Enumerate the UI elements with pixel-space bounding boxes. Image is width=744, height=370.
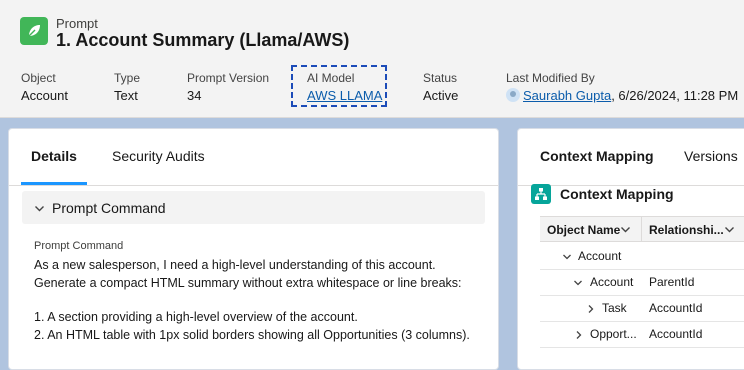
- field-ai-model: AI Model AWS LLAMA: [307, 71, 382, 104]
- field-label: Object: [21, 71, 56, 85]
- object-name: Opport...: [590, 327, 637, 341]
- field-type: Type Text: [114, 71, 140, 104]
- chevron-down-icon[interactable]: [562, 251, 572, 265]
- column-header-object-name[interactable]: Object Name: [540, 216, 642, 242]
- table-row[interactable]: Account: [540, 243, 744, 270]
- context-hierarchy-icon: [531, 184, 551, 204]
- field-label: AI Model: [307, 71, 355, 85]
- user-link[interactable]: Saurabh Gupta: [523, 88, 611, 103]
- details-tabset: Details Security Audits: [9, 129, 498, 186]
- object-name: Task: [602, 301, 627, 315]
- field-prompt-version: Prompt Version 34: [187, 71, 269, 104]
- field-value: 34: [187, 88, 202, 103]
- table-row[interactable]: Opport... AccountId: [540, 321, 744, 348]
- field-label: Type: [114, 71, 141, 85]
- prompt-command-text: As a new salesperson, I need a high-leve…: [34, 256, 484, 344]
- chevron-down-icon[interactable]: [724, 224, 735, 238]
- command-line: 1. A section providing a high-level over…: [34, 310, 358, 324]
- relationship: ParentId: [649, 275, 695, 289]
- relationship: AccountId: [649, 301, 703, 315]
- chevron-down-icon[interactable]: [573, 277, 583, 291]
- chevron-right-icon[interactable]: [574, 329, 584, 343]
- context-tabset: Context Mapping Versions: [518, 129, 744, 186]
- chevron-down-icon[interactable]: [620, 224, 631, 238]
- field-status: Status Active: [423, 71, 458, 104]
- field-object: Object Account: [21, 71, 68, 104]
- field-label: Status: [423, 71, 458, 85]
- record-header: Prompt 1. Account Summary (Llama/AWS) Ob…: [0, 0, 744, 118]
- table-row[interactable]: Account ParentId: [540, 269, 744, 296]
- avatar-icon[interactable]: [506, 88, 520, 102]
- tab-security-audits[interactable]: Security Audits: [112, 148, 205, 164]
- ai-model-link[interactable]: AWS LLAMA: [307, 88, 382, 104]
- column-header-relationship[interactable]: Relationshi...: [642, 216, 744, 242]
- chevron-down-icon: [34, 201, 45, 219]
- table-row[interactable]: Task AccountId: [540, 295, 744, 322]
- column-label: Relationshi...: [649, 223, 724, 237]
- object-name: Account: [578, 249, 622, 263]
- relationship: AccountId: [649, 327, 703, 341]
- record-type-label: Prompt: [56, 16, 98, 31]
- tab-versions[interactable]: Versions: [684, 148, 738, 164]
- prompt-command-label: Prompt Command: [34, 240, 124, 252]
- details-card: Details Security Audits Prompt Command P…: [8, 128, 499, 370]
- field-last-modified: Last Modified By Saurabh Gupta, 6/26/202…: [506, 71, 738, 104]
- tab-context-mapping[interactable]: Context Mapping: [540, 148, 654, 164]
- context-card: Context Mapping Versions Context Mapping…: [517, 128, 744, 370]
- prompt-leaf-icon: [20, 17, 48, 45]
- field-label: Prompt Version: [187, 71, 270, 85]
- section-title: Prompt Command: [52, 200, 166, 216]
- field-value: Text: [114, 88, 138, 103]
- command-line: 2. An HTML table with 1px solid borders …: [34, 328, 470, 342]
- active-tab-indicator: [21, 182, 87, 185]
- object-name: Account: [590, 275, 634, 289]
- last-modified-value: Saurabh Gupta, 6/26/2024, 11:28 PM: [506, 88, 738, 104]
- field-value: Account: [21, 88, 68, 103]
- context-mapping-title: Context Mapping: [560, 186, 674, 202]
- command-line: As a new salesperson, I need a high-leve…: [34, 258, 462, 290]
- modified-date: , 6/26/2024, 11:28 PM: [611, 88, 739, 103]
- chevron-right-icon[interactable]: [586, 303, 596, 317]
- field-value: Active: [423, 88, 459, 103]
- column-label: Object Name: [547, 223, 621, 237]
- field-label: Last Modified By: [506, 71, 595, 85]
- prompt-command-section-toggle[interactable]: Prompt Command: [22, 191, 485, 224]
- tab-details[interactable]: Details: [31, 148, 77, 164]
- page-title: 1. Account Summary (Llama/AWS): [56, 30, 350, 50]
